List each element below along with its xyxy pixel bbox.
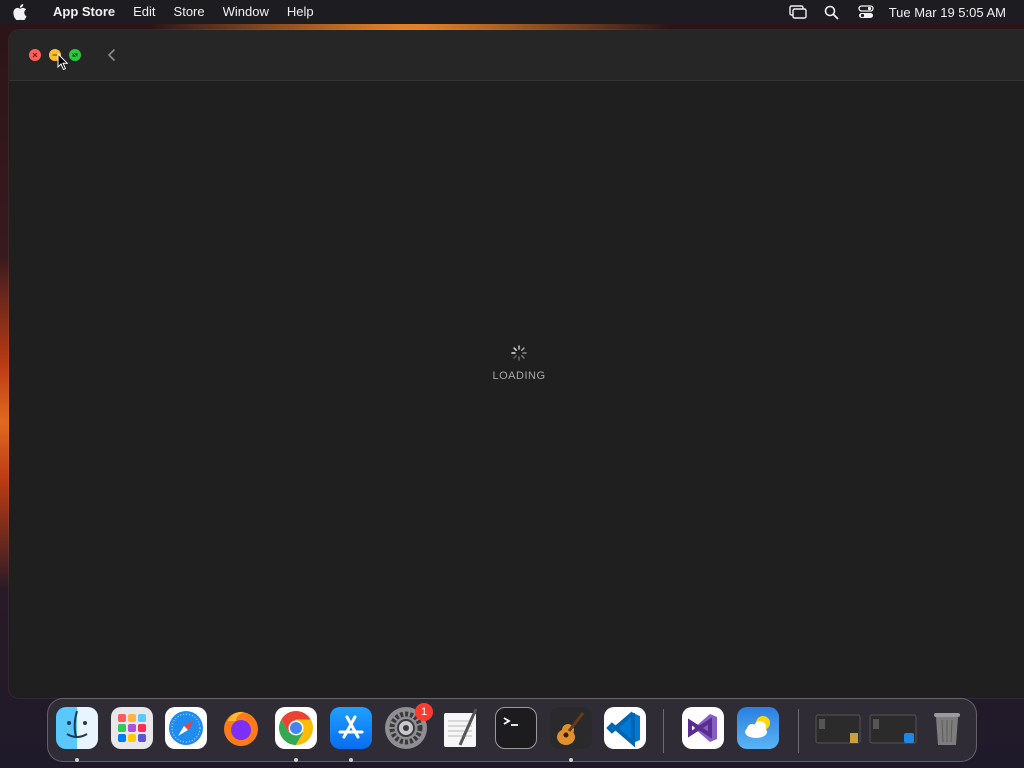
spinner-icon — [511, 345, 527, 361]
screen-mirroring-icon[interactable] — [781, 5, 815, 19]
terminal-icon — [503, 717, 518, 726]
menu-bar: App Store Edit Store Window Help Tue Mar… — [0, 0, 1024, 24]
close-icon — [32, 52, 38, 58]
menu-edit[interactable]: Edit — [124, 0, 164, 24]
dock: 1 — [47, 698, 977, 762]
dock-minimized-window-2[interactable] — [868, 707, 918, 749]
zoom-icon — [72, 53, 78, 57]
dock-minimized-window-1[interactable] — [814, 707, 862, 749]
back-button[interactable] — [105, 46, 119, 64]
dock-finder[interactable] — [56, 707, 98, 749]
dock-vscode[interactable] — [604, 707, 646, 749]
mouse-cursor-icon — [57, 53, 69, 71]
dock-separator — [663, 709, 664, 753]
menu-help[interactable]: Help — [278, 0, 323, 24]
control-center-icon[interactable] — [849, 5, 883, 19]
minimized-window-icon — [869, 714, 917, 744]
dock-weather[interactable] — [737, 707, 779, 749]
trash-icon — [934, 713, 960, 745]
dock-firefox[interactable] — [220, 707, 262, 749]
weather-icon — [745, 716, 770, 738]
menu-clock[interactable]: Tue Mar 19 5:05 AM — [889, 5, 1006, 20]
dock-terminal[interactable] — [495, 707, 537, 749]
vscode-icon — [606, 711, 640, 748]
garageband-icon — [557, 712, 585, 745]
chevron-left-icon — [108, 49, 115, 61]
firefox-icon — [224, 711, 258, 746]
notification-badge: 1 — [415, 703, 433, 721]
running-indicator — [569, 758, 573, 762]
menu-store[interactable]: Store — [165, 0, 214, 24]
dock-garageband[interactable] — [550, 707, 592, 749]
launchpad-icon — [118, 714, 146, 742]
loading-indicator: LOADING — [9, 344, 1024, 382]
running-indicator — [294, 758, 298, 762]
app-store-icon — [338, 715, 364, 739]
menu-window[interactable]: Window — [214, 0, 278, 24]
chrome-icon — [279, 711, 313, 745]
window-close-button[interactable] — [29, 49, 41, 61]
dock-visual-studio[interactable] — [682, 707, 724, 749]
window-zoom-button[interactable] — [69, 49, 81, 61]
minimized-window-icon — [815, 714, 861, 744]
window-titlebar — [9, 30, 1024, 81]
loading-label: LOADING — [492, 370, 546, 382]
finder-icon — [66, 710, 88, 738]
apple-logo-icon[interactable] — [0, 4, 40, 20]
running-indicator — [75, 758, 79, 762]
dock-separator — [798, 709, 799, 753]
menu-app-name[interactable]: App Store — [40, 0, 124, 24]
dock-launchpad[interactable] — [111, 707, 153, 749]
running-indicator — [349, 758, 353, 762]
visual-studio-icon — [688, 714, 717, 742]
dock-safari[interactable] — [165, 707, 207, 749]
spotlight-search-icon[interactable] — [815, 5, 849, 20]
textedit-icon — [444, 708, 478, 747]
dock-trash[interactable] — [926, 707, 968, 749]
app-store-window: LOADING — [9, 30, 1024, 698]
dock-chrome[interactable] — [275, 707, 317, 749]
dock-textedit[interactable] — [440, 707, 482, 749]
dock-app-store[interactable] — [330, 707, 372, 749]
safari-icon — [169, 711, 203, 745]
